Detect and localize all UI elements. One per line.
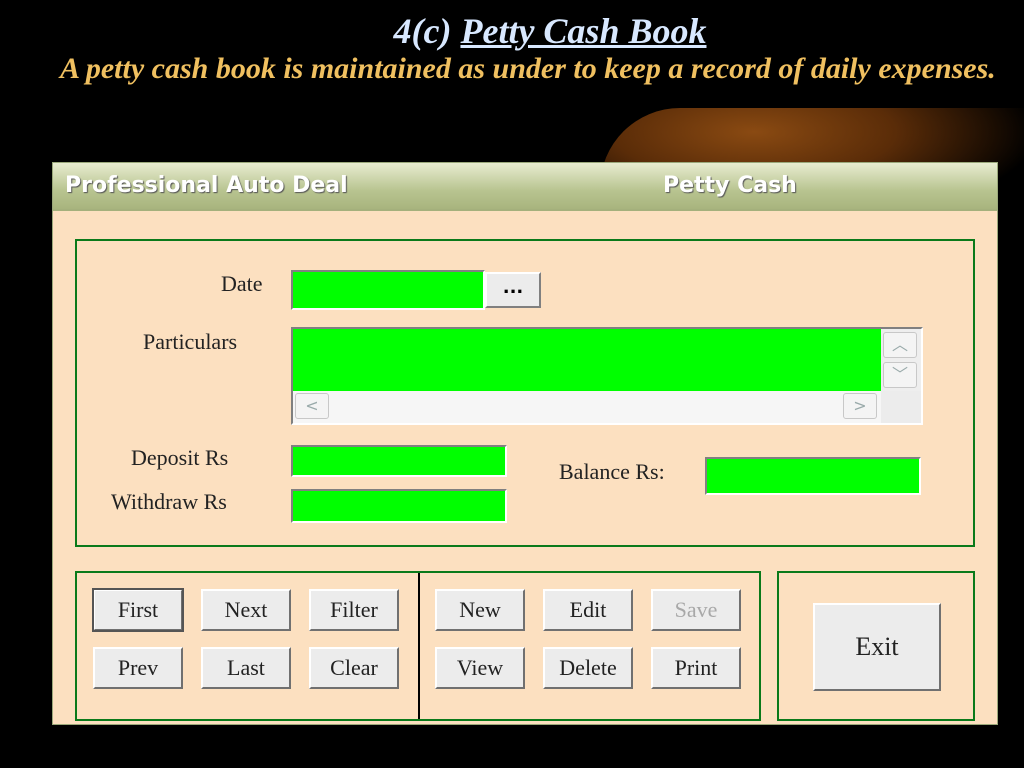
scrollbar-corner: [881, 391, 921, 423]
withdraw-field[interactable]: [291, 489, 507, 523]
delete-button[interactable]: Delete: [543, 647, 633, 689]
company-name: Professional Auto Deal: [65, 173, 348, 198]
scroll-left-icon[interactable]: <: [295, 393, 329, 419]
edit-button[interactable]: Edit: [543, 589, 633, 631]
clear-button[interactable]: Clear: [309, 647, 399, 689]
entry-panel: Date ... Particulars ︿ ﹀ < > Deposit Rs …: [75, 239, 975, 547]
scroll-right-icon[interactable]: >: [843, 393, 877, 419]
window-titlebar: Professional Auto Deal Petty Cash: [53, 163, 997, 211]
particulars-memo: ︿ ﹀ < >: [291, 327, 923, 425]
button-panel-divider: [418, 573, 420, 719]
view-button[interactable]: View: [435, 647, 525, 689]
last-button[interactable]: Last: [201, 647, 291, 689]
prev-button[interactable]: Prev: [93, 647, 183, 689]
new-button[interactable]: New: [435, 589, 525, 631]
date-picker-button[interactable]: ...: [485, 272, 541, 308]
deposit-field[interactable]: [291, 445, 507, 477]
exit-button[interactable]: Exit: [813, 603, 941, 691]
save-button[interactable]: Save: [651, 589, 741, 631]
particulars-vertical-scrollbar[interactable]: ︿ ﹀: [881, 329, 921, 391]
first-button[interactable]: First: [92, 588, 184, 632]
filter-button[interactable]: Filter: [309, 589, 399, 631]
date-label: Date: [221, 271, 263, 296]
particulars-horizontal-scrollbar[interactable]: < >: [293, 391, 881, 423]
form-title: Petty Cash: [663, 173, 797, 198]
next-button[interactable]: Next: [201, 589, 291, 631]
deposit-label: Deposit Rs: [131, 445, 229, 470]
petty-cash-window: Professional Auto Deal Petty Cash Date .…: [52, 162, 998, 725]
balance-field[interactable]: [705, 457, 921, 495]
print-button[interactable]: Print: [651, 647, 741, 689]
scroll-up-icon[interactable]: ︿: [883, 332, 917, 358]
scroll-down-icon[interactable]: ﹀: [883, 362, 917, 388]
particulars-label: Particulars: [143, 329, 238, 354]
particulars-field[interactable]: [293, 329, 881, 391]
balance-label: Balance Rs:: [559, 459, 665, 484]
date-field[interactable]: [291, 270, 485, 310]
withdraw-label: Withdraw Rs: [111, 489, 227, 514]
intro-text: A petty cash book is maintained as under…: [60, 52, 996, 85]
